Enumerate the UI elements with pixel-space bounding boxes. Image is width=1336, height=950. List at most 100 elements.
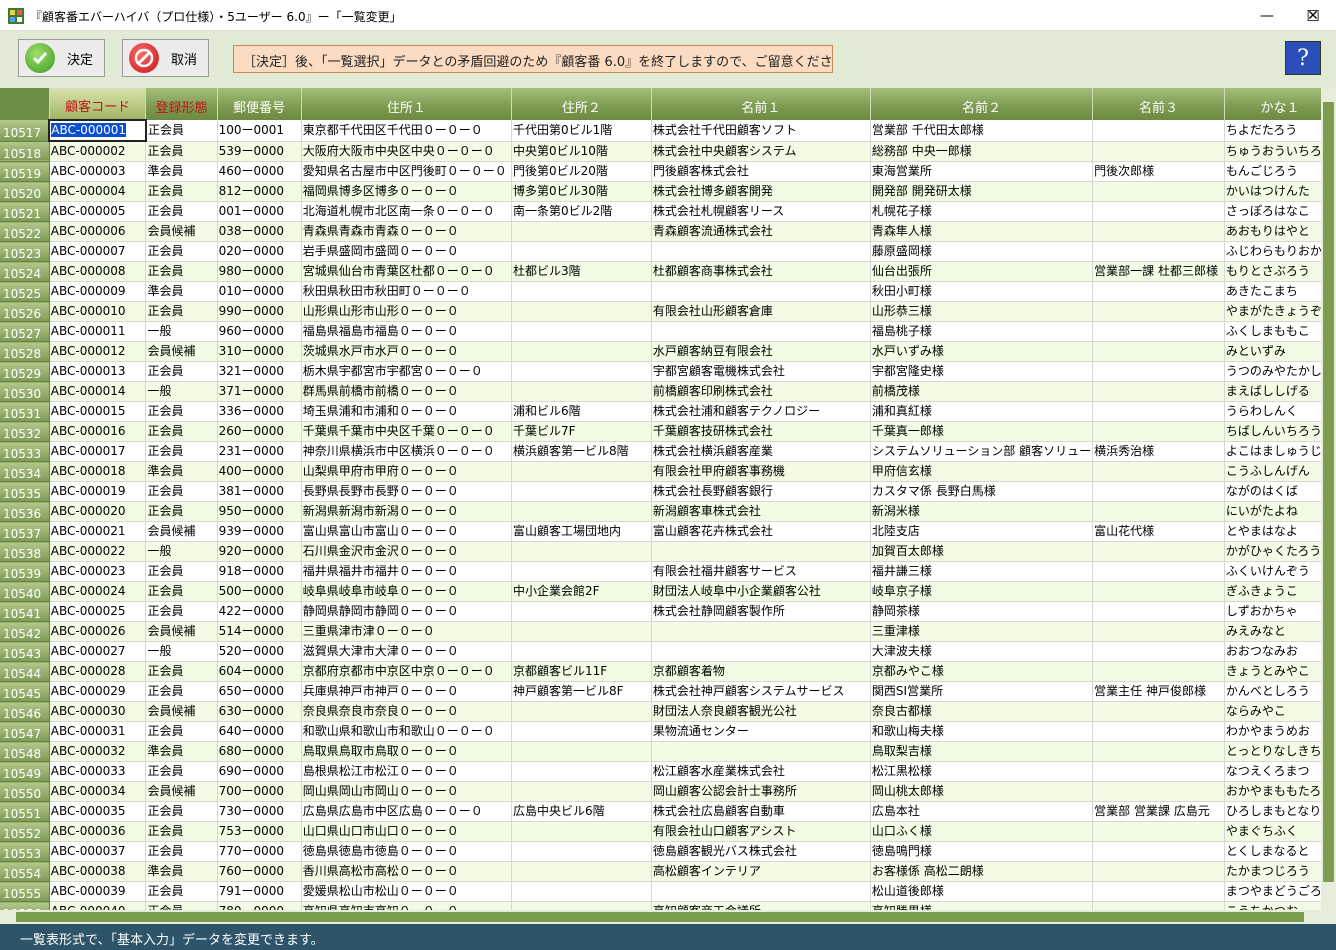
- grid-cell[interactable]: 950ー0000: [217, 501, 302, 522]
- grid-cell[interactable]: 甲府信玄様: [870, 461, 1094, 482]
- grid-cell[interactable]: [1092, 741, 1225, 762]
- row-header[interactable]: 10552: [0, 821, 50, 842]
- grid-cell-selected[interactable]: ABC-000001: [48, 119, 147, 142]
- grid-cell[interactable]: ちよだたろう: [1224, 120, 1336, 142]
- grid-cell[interactable]: [511, 821, 652, 842]
- grid-cell[interactable]: 正会員: [145, 361, 218, 382]
- grid-cell[interactable]: 会員候補: [145, 621, 218, 642]
- grid-cell[interactable]: 門後第0ビル20階: [511, 161, 652, 182]
- table-row[interactable]: 10554 ABC-000038 準会員 760ー0000 香川県高松市高松０ー０ー０ 高…: [0, 861, 1336, 882]
- grid-cell[interactable]: 浦和ビル6階: [511, 401, 652, 422]
- grid-cell[interactable]: 753ー0000: [217, 821, 302, 842]
- table-row[interactable]: 10544 ABC-000028 正会員 604ー0000 京都府京都市中京区中京０ー０…: [0, 661, 1336, 682]
- grid-cell[interactable]: 大津波夫様: [870, 641, 1094, 662]
- grid-cell[interactable]: 福井県福井市福井０ー０ー０: [301, 561, 512, 582]
- table-row[interactable]: 10527 ABC-000011 一般 960ー0000 福島県福島市福島０ー０ー０ 福島…: [0, 321, 1336, 342]
- table-row[interactable]: 10539 ABC-000023 正会員 918ー0000 福井県福井市福井０ー０ー０ 有…: [0, 561, 1336, 582]
- grid-cell[interactable]: 福井謙三様: [870, 561, 1094, 582]
- grid-cell[interactable]: 松山道後郎様: [870, 881, 1094, 902]
- grid-cell[interactable]: 正会員: [145, 821, 218, 842]
- grid-cell[interactable]: 812ー0000: [217, 181, 302, 202]
- row-header[interactable]: 10540: [0, 581, 50, 602]
- grid-cell[interactable]: [651, 641, 871, 662]
- grid-cell[interactable]: 静岡茶様: [870, 601, 1094, 622]
- grid-cell[interactable]: 杜都顧客商事株式会社: [651, 261, 871, 282]
- table-row[interactable]: 10541 ABC-000025 正会員 422ー0000 静岡県静岡市静岡０ー０ー０ 株…: [0, 601, 1336, 622]
- grid-cell[interactable]: [1092, 341, 1225, 362]
- grid-cell[interactable]: 正会員: [145, 181, 218, 202]
- grid-cell[interactable]: [511, 361, 652, 382]
- row-header[interactable]: 10530: [0, 381, 50, 402]
- table-row[interactable]: 10548 ABC-000032 準会員 680ー0000 鳥取県鳥取市鳥取０ー０ー０ 鳥…: [0, 741, 1336, 762]
- grid-cell[interactable]: かいはつけんた: [1224, 181, 1336, 202]
- grid-cell[interactable]: 正会員: [145, 441, 218, 462]
- grid-cell[interactable]: ABC-000029: [49, 681, 147, 702]
- grid-cell[interactable]: 640ー0000: [217, 721, 302, 742]
- grid-cell[interactable]: 正会員: [145, 301, 218, 322]
- grid-cell[interactable]: [511, 541, 652, 562]
- grid-cell[interactable]: 有限会社甲府顧客事務機: [651, 461, 871, 482]
- grid-cell[interactable]: もんごじろう: [1224, 161, 1336, 182]
- grid-cell[interactable]: 正会員: [145, 141, 218, 162]
- grid-cell[interactable]: 石川県金沢市金沢０ー０ー０: [301, 541, 512, 562]
- row-header[interactable]: 10554: [0, 861, 50, 882]
- table-row[interactable]: 10538 ABC-000022 一般 920ー0000 石川県金沢市金沢０ー０ー０ 加賀…: [0, 541, 1336, 562]
- grid-cell[interactable]: [511, 381, 652, 402]
- grid-cell[interactable]: とやまはなよ: [1224, 521, 1336, 542]
- confirm-button[interactable]: 決定: [18, 39, 105, 77]
- row-header[interactable]: 10555: [0, 881, 50, 902]
- grid-cell[interactable]: 株式会社長野顧客銀行: [651, 481, 871, 502]
- table-row[interactable]: 10517 ABC-000001 正会員 100ー0001 東京都千代田区千代田０ー０ー…: [0, 119, 1336, 142]
- grid-cell[interactable]: やまぐちふく: [1224, 821, 1336, 842]
- grid-cell[interactable]: 宮城県仙台市青葉区杜都０ー０ー０: [301, 261, 512, 282]
- grid-cell[interactable]: 前橋茂様: [870, 381, 1094, 402]
- grid-cell[interactable]: 藤原盛岡様: [870, 241, 1094, 262]
- column-header[interactable]: かな１: [1224, 88, 1336, 120]
- row-header[interactable]: 10531: [0, 401, 50, 422]
- grid-cell[interactable]: 正会員: [145, 501, 218, 522]
- grid-cell[interactable]: 門後顧客株式会社: [651, 161, 871, 182]
- grid-cell[interactable]: 徳島県徳島市徳島０ー０ー０: [301, 841, 512, 862]
- grid-cell[interactable]: 新潟米様: [870, 501, 1094, 522]
- grid-cell[interactable]: [651, 241, 871, 262]
- grid-cell[interactable]: [1092, 281, 1225, 302]
- grid-cell[interactable]: 営業部 千代田太郎様: [870, 120, 1094, 142]
- grid-cell[interactable]: 460ー0000: [217, 161, 302, 182]
- grid-cell[interactable]: ABC-000016: [49, 421, 147, 442]
- grid-cell[interactable]: 正会員: [145, 120, 218, 142]
- grid-cell[interactable]: 一般: [145, 381, 218, 402]
- grid-cell[interactable]: [511, 461, 652, 482]
- grid-cell[interactable]: 020ー0000: [217, 241, 302, 262]
- grid-cell[interactable]: お客様係 高松二朗様: [870, 861, 1094, 882]
- table-row[interactable]: 10545 ABC-000029 正会員 650ー0000 兵庫県神戸市神戸０ー０ー０ 神…: [0, 681, 1336, 702]
- grid-cell[interactable]: ABC-000036: [49, 821, 147, 842]
- grid-cell[interactable]: 鳥取梨吉様: [870, 741, 1094, 762]
- grid-cell[interactable]: ちばしんいちろう: [1224, 421, 1336, 442]
- grid-cell[interactable]: 422ー0000: [217, 601, 302, 622]
- grid-cell[interactable]: 株式会社静岡顧客製作所: [651, 601, 871, 622]
- row-header[interactable]: 10524: [0, 261, 50, 282]
- grid-cell[interactable]: 関西SI営業所: [870, 681, 1094, 702]
- grid-cell[interactable]: [511, 501, 652, 522]
- grid-cell[interactable]: [1092, 881, 1225, 902]
- grid-cell[interactable]: [511, 741, 652, 762]
- grid-cell[interactable]: ABC-000002: [49, 141, 147, 162]
- grid-cell[interactable]: 準会員: [145, 461, 218, 482]
- row-header[interactable]: 10534: [0, 461, 50, 482]
- table-row[interactable]: 10534 ABC-000018 準会員 400ー0000 山梨県甲府市甲府０ー０ー０ 有…: [0, 461, 1336, 482]
- grid-cell[interactable]: 260ー0000: [217, 421, 302, 442]
- grid-cell[interactable]: 前橋顧客印刷株式会社: [651, 381, 871, 402]
- table-row[interactable]: 10555 ABC-000039 正会員 791ー0000 愛媛県松山市松山０ー０ー０ 松…: [0, 881, 1336, 902]
- grid-cell[interactable]: 神戸顧客第一ビル8F: [511, 681, 652, 702]
- grid-cell[interactable]: 営業主任 神戸俊郎様: [1092, 681, 1225, 702]
- grid-cell[interactable]: 営業部一課 杜都三郎様: [1092, 261, 1225, 282]
- grid-cell[interactable]: [511, 641, 652, 662]
- grid-cell[interactable]: 新潟顧客車株式会社: [651, 501, 871, 522]
- grid-cell[interactable]: ABC-000005: [49, 201, 147, 222]
- grid-cell[interactable]: [1092, 401, 1225, 422]
- grid-cell[interactable]: 富山県富山市富山０ー０ー０: [301, 521, 512, 542]
- grid-cell[interactable]: ABC-000022: [49, 541, 147, 562]
- grid-cell[interactable]: [511, 481, 652, 502]
- grid-cell[interactable]: 山口県山口市山口０ー０ー０: [301, 821, 512, 842]
- grid-cell[interactable]: 正会員: [145, 401, 218, 422]
